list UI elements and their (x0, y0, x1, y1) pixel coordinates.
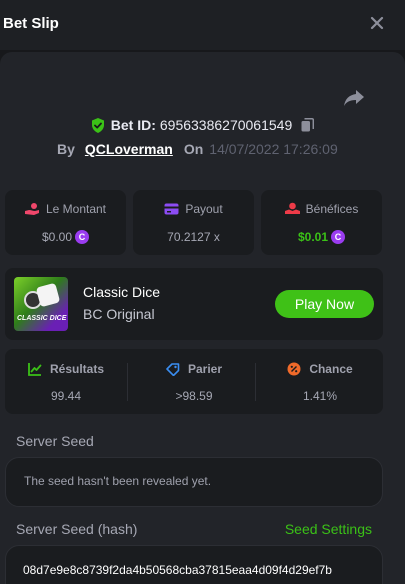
result-column: Chance 1.41% (259, 349, 381, 414)
stat-label: Bénéfices (305, 202, 359, 216)
bet-author-row: By QCLoverman On 14/07/2022 17:26:09 (57, 140, 338, 158)
result-column: Parier >98.59 (133, 349, 255, 414)
profit-hand-icon (284, 202, 300, 214)
page-title: Bet Slip (3, 15, 59, 32)
result-column: Résultats 99.44 (5, 349, 127, 414)
results-card: Résultats 99.44 Parier >98.59 Chance 1.4… (5, 349, 383, 414)
bet-slip-header: Bet Slip (0, 0, 405, 50)
server-seed-hash-label: Server Seed (hash) (16, 521, 138, 537)
classic-dice-thumbnail[interactable]: CLASSIC DICE (14, 277, 68, 331)
hand-coin-icon (24, 203, 39, 215)
game-card: CLASSIC DICE Classic Dice BC Original Pl… (5, 268, 383, 340)
result-label: Résultats (49, 362, 105, 376)
stat-card-profit: Bénéfices $0.01 C (261, 190, 382, 255)
stat-card-amount: Le Montant $0.00 C (5, 190, 126, 255)
percent-icon (287, 362, 301, 376)
game-subtitle: BC Original (83, 306, 155, 322)
stat-label: Le Montant (45, 202, 107, 216)
username-link[interactable]: QCLoverman (85, 141, 173, 157)
seed-settings-link[interactable]: Seed Settings (285, 521, 372, 537)
currency-coin-icon: C (331, 230, 346, 244)
bet-id-value: 69563386270061549 (159, 117, 293, 133)
shield-check-icon (91, 117, 104, 133)
play-now-button[interactable]: Play Now (275, 290, 374, 318)
stat-label: Payout (185, 202, 223, 216)
server-seed-hash-value: 08d7e9e8c8739f2da4b50568cba37815eaa4d09f… (23, 563, 332, 577)
divider (127, 363, 128, 401)
stat-value: $0.01 (297, 230, 329, 244)
bet-id-row: Bet ID: 69563386270061549 (0, 115, 405, 135)
stat-card-payout: Payout 70.2127 x (133, 190, 254, 255)
game-name: Classic Dice (83, 284, 161, 300)
chart-trend-icon (28, 363, 42, 376)
result-value: 99.44 (50, 389, 82, 403)
result-label: Parier (187, 362, 223, 376)
copy-icon[interactable] (301, 118, 315, 132)
bet-id-label: Bet ID: (110, 117, 156, 133)
thumbnail-text: CLASSIC DICE (17, 315, 67, 322)
dice-shape (35, 282, 61, 308)
server-seed-label: Server Seed (16, 433, 94, 449)
share-icon[interactable] (343, 89, 365, 107)
server-seed-field[interactable]: The seed hasn't been revealed yet. (5, 457, 383, 507)
bet-date: 14/07/2022 17:26:09 (209, 141, 338, 157)
stat-value: 70.2127 x (167, 230, 220, 244)
stat-value: $0.00 (41, 230, 73, 244)
tag-icon (166, 363, 180, 376)
result-value: 1.41% (302, 389, 338, 403)
result-value: >98.59 (175, 389, 213, 403)
server-seed-value: The seed hasn't been revealed yet. (24, 474, 212, 488)
on-label: On (183, 141, 204, 157)
close-icon[interactable] (369, 15, 385, 31)
wallet-icon (164, 203, 179, 215)
result-label: Chance (309, 362, 353, 376)
divider (255, 363, 256, 401)
by-label: By (57, 141, 75, 157)
currency-coin-icon: C (75, 230, 90, 244)
